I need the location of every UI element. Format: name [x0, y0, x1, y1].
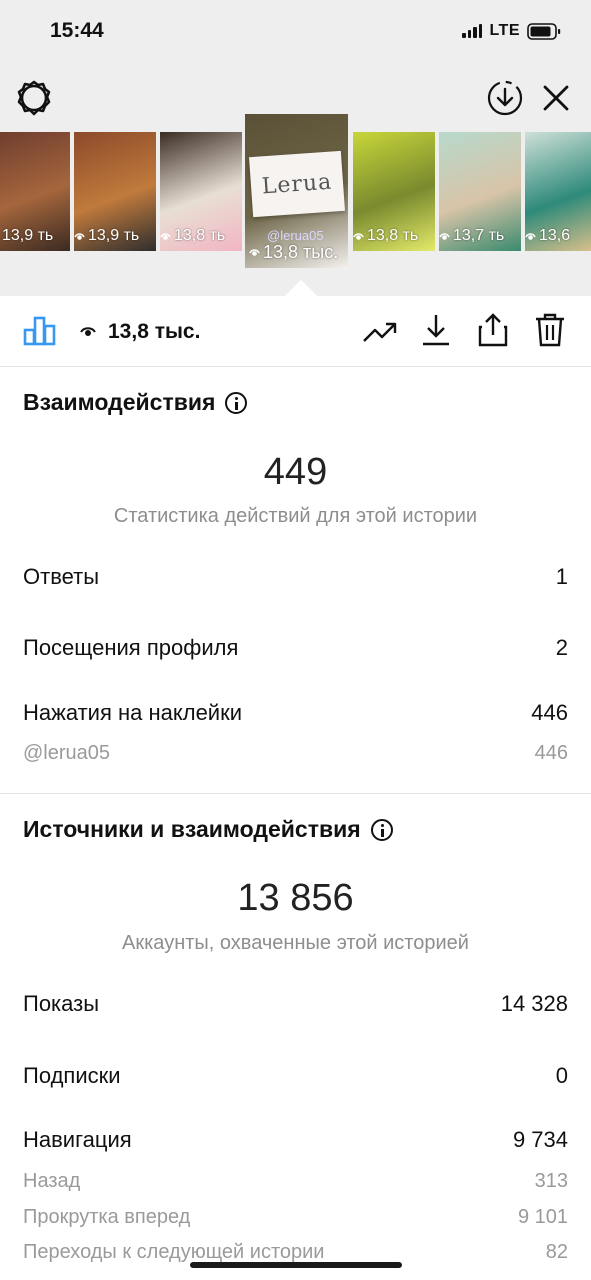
thumbnail-views-label: 13,8 тыс.: [263, 242, 339, 262]
discovery-total: 13 856: [237, 877, 354, 919]
story-preview-area: 15:44 LTE 13,9 ть 13,9 ть 13,8 ть Lerua …: [0, 0, 591, 296]
discovery-subtitle: Аккаунты, охваченные этой историей: [122, 932, 469, 954]
thumbnail-views: 13,9 ть: [0, 227, 53, 245]
row-value: 446: [534, 742, 568, 764]
story-thumbnail[interactable]: 13,9 ть: [0, 132, 70, 251]
row-label: Назад: [23, 1170, 81, 1192]
discovery-section-title: Источники и взаимодействия: [23, 816, 393, 843]
thumbnail-views-label: 13,9 ть: [2, 227, 54, 244]
story-mention-handle: @lerua05: [267, 228, 324, 243]
row-label: Посещения профиля: [23, 635, 239, 660]
interaction-row-profile-visits: Посещения профиля 2: [23, 635, 568, 661]
thumbnail-views-label: 13,6: [539, 227, 571, 244]
promote-trend-icon[interactable]: [360, 312, 400, 352]
thumbnail-views-label: 13,7 ть: [453, 227, 505, 244]
thumbnail-views: 13,8 тыс.: [249, 242, 338, 263]
network-label: LTE: [489, 22, 520, 39]
navigation-row-back: Назад 313: [23, 1170, 568, 1193]
status-time: 15:44: [50, 19, 104, 42]
row-label: Переходы к следующей истории: [23, 1241, 325, 1263]
row-label: Ответы: [23, 564, 100, 589]
row-label: Показы: [23, 991, 100, 1016]
thumbnail-views: 13,8 ть: [160, 227, 225, 245]
download-icon[interactable]: [416, 310, 456, 350]
thumbnail-views: 13,6: [525, 227, 570, 245]
eye-icon: [353, 232, 364, 240]
thumbnail-views-label: 13,8 ть: [367, 227, 419, 244]
discovery-title-label: Источники и взаимодействия: [23, 816, 361, 842]
info-icon[interactable]: [225, 391, 248, 414]
story-thumbnail[interactable]: 13,9 ть: [74, 132, 156, 251]
eye-icon: [80, 327, 96, 336]
row-value: 2: [555, 635, 568, 660]
thumbnail-views-label: 13,8 ть: [174, 227, 226, 244]
row-value: 1: [555, 564, 568, 589]
interactions-section-title: Взаимодействия: [23, 389, 248, 416]
insights-toolbar: 13,8 тыс.: [0, 296, 591, 367]
sticker-mention-row[interactable]: @lerua05 446: [23, 742, 568, 765]
row-label: @lerua05: [23, 742, 111, 764]
interactions-subtitle: Статистика действий для этой истории: [113, 505, 478, 527]
selected-story-pointer: [285, 280, 317, 296]
share-icon[interactable]: [473, 310, 513, 350]
eye-icon: [160, 232, 171, 240]
battery-icon: [527, 22, 561, 40]
row-label: Нажатия на наклейки: [23, 700, 243, 725]
thumbnail-views: 13,9 ть: [74, 227, 139, 245]
row-value: 82: [545, 1241, 568, 1263]
insights-bar-chart-icon[interactable]: [20, 310, 60, 350]
story-thumbnail[interactable]: 13,6: [525, 132, 591, 251]
home-indicator: [190, 1262, 402, 1268]
navigation-row-forward: Прокрутка вперед 9 101: [23, 1206, 568, 1229]
signal-icon: [462, 24, 483, 38]
row-value: 313: [534, 1170, 568, 1192]
info-icon[interactable]: [370, 818, 393, 841]
close-icon[interactable]: [538, 80, 574, 116]
views-count: 13,8 тыс.: [80, 320, 200, 344]
row-value: 9 101: [517, 1206, 568, 1228]
interaction-row-replies: Ответы 1: [23, 564, 568, 590]
eye-icon: [74, 232, 85, 240]
delete-trash-icon[interactable]: [530, 310, 570, 350]
story-thumbnail[interactable]: 13,7 ть: [439, 132, 521, 251]
row-value: 446: [531, 700, 568, 725]
row-label: Навигация: [23, 1127, 132, 1152]
story-thumbnail[interactable]: 13,8 ть: [160, 132, 242, 251]
thumbnail-views: 13,7 ть: [439, 227, 504, 245]
row-value: 0: [555, 1063, 568, 1088]
row-label: Подписки: [23, 1063, 121, 1088]
story-thumbnail[interactable]: 13,8 ть: [353, 132, 435, 251]
discovery-row-navigation: Навигация 9 734: [23, 1127, 568, 1153]
thumbnail-views-label: 13,9 ть: [88, 227, 140, 244]
story-thumbnail-selected[interactable]: Lerua @lerua05 13,8 тыс.: [245, 114, 348, 268]
thumbnail-views: 13,8 ть: [353, 227, 418, 245]
interaction-row-sticker-taps: Нажатия на наклейки 446: [23, 700, 568, 726]
interactions-title-label: Взаимодействия: [23, 389, 216, 415]
section-divider: [0, 793, 591, 794]
eye-icon: [249, 249, 260, 256]
status-indicators: LTE: [462, 22, 561, 40]
story-thumbnail-strip: 13,9 ть 13,9 ть 13,8 ть Lerua @lerua05 13,8 т…: [0, 112, 591, 272]
views-count-label: 13,8 тыс.: [108, 320, 201, 343]
brand-box: Lerua: [249, 150, 345, 218]
row-value: 9 734: [512, 1127, 568, 1152]
discovery-row-impressions: Показы 14 328: [23, 991, 568, 1017]
eye-icon: [525, 232, 536, 240]
navigation-row-next-story: Переходы к следующей истории 82: [23, 1241, 568, 1264]
discovery-row-follows: Подписки 0: [23, 1063, 568, 1089]
eye-icon: [439, 232, 450, 240]
row-label: Прокрутка вперед: [23, 1206, 191, 1228]
interactions-total: 449: [263, 451, 328, 493]
row-value: 14 328: [500, 991, 568, 1016]
brand-logo: Lerua: [260, 169, 334, 199]
